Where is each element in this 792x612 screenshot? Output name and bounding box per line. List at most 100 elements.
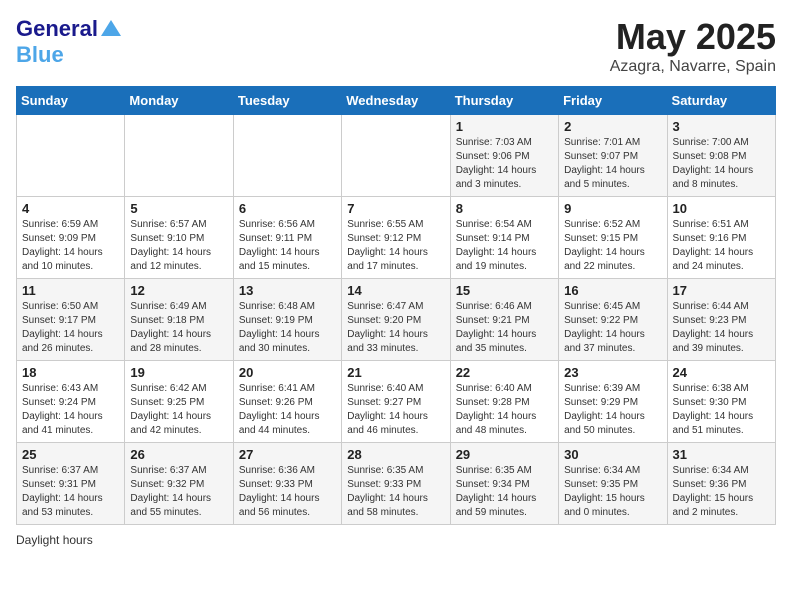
day-info: Sunrise: 6:41 AMSunset: 9:26 PMDaylight:…: [239, 382, 336, 438]
weekday-header-saturday: Saturday: [667, 87, 775, 115]
calendar-cell: [17, 115, 125, 197]
day-number: 5: [130, 201, 227, 216]
day-info: Sunrise: 6:47 AMSunset: 9:20 PMDaylight:…: [347, 300, 444, 356]
day-info: Sunrise: 6:34 AMSunset: 9:35 PMDaylight:…: [564, 464, 661, 520]
week-row-2: 4 Sunrise: 6:59 AMSunset: 9:09 PMDaylight…: [17, 197, 776, 279]
day-info: Sunrise: 7:01 AMSunset: 9:07 PMDaylight:…: [564, 136, 661, 192]
day-number: 6: [239, 201, 336, 216]
day-info: Sunrise: 6:57 AMSunset: 9:10 PMDaylight:…: [130, 218, 227, 274]
week-row-3: 11 Sunrise: 6:50 AMSunset: 9:17 PMDayligh…: [17, 279, 776, 361]
calendar-cell: 29 Sunrise: 6:35 AMSunset: 9:34 PMDayligh…: [450, 443, 558, 525]
weekday-header-monday: Monday: [125, 87, 233, 115]
calendar-cell: 5 Sunrise: 6:57 AMSunset: 9:10 PMDaylight…: [125, 197, 233, 279]
day-info: Sunrise: 6:44 AMSunset: 9:23 PMDaylight:…: [673, 300, 770, 356]
weekday-header-wednesday: Wednesday: [342, 87, 450, 115]
logo: General Blue: [16, 16, 121, 68]
day-number: 12: [130, 283, 227, 298]
day-number: 27: [239, 447, 336, 462]
day-info: Sunrise: 6:56 AMSunset: 9:11 PMDaylight:…: [239, 218, 336, 274]
day-number: 18: [22, 365, 119, 380]
day-info: Sunrise: 6:38 AMSunset: 9:30 PMDaylight:…: [673, 382, 770, 438]
calendar-cell: 9Sunrise: 6:52 AMSunset: 9:15 PMDaylight…: [559, 197, 667, 279]
day-number: 19: [130, 365, 227, 380]
day-number: 17: [673, 283, 770, 298]
day-number: 25: [22, 447, 119, 462]
day-info: Sunrise: 6:35 AMSunset: 9:34 PMDaylight:…: [456, 464, 553, 520]
daylight-label: Daylight hours: [16, 533, 93, 547]
calendar-cell: 8Sunrise: 6:54 AMSunset: 9:14 PMDaylight…: [450, 197, 558, 279]
title-area: May 2025 Azagra, Navarre, Spain: [610, 16, 776, 76]
calendar-cell: 6 Sunrise: 6:56 AMSunset: 9:11 PMDaylight…: [233, 197, 341, 279]
logo-text: General Blue: [16, 16, 121, 68]
day-info: Sunrise: 6:59 AMSunset: 9:09 PMDaylight:…: [22, 218, 119, 274]
day-number: 16: [564, 283, 661, 298]
header: General Blue May 2025 Azagra, Navarre, S…: [16, 16, 776, 76]
calendar-cell: [342, 115, 450, 197]
page-container: General Blue May 2025 Azagra, Navarre, S…: [16, 16, 776, 547]
day-info: Sunrise: 6:39 AMSunset: 9:29 PMDaylight:…: [564, 382, 661, 438]
day-info: Sunrise: 6:40 AMSunset: 9:28 PMDaylight:…: [456, 382, 553, 438]
logo-general: General: [16, 16, 98, 42]
day-info: Sunrise: 6:51 AMSunset: 9:16 PMDaylight:…: [673, 218, 770, 274]
day-info: Sunrise: 6:40 AMSunset: 9:27 PMDaylight:…: [347, 382, 444, 438]
day-info: Sunrise: 7:00 AMSunset: 9:08 PMDaylight:…: [673, 136, 770, 192]
calendar-cell: 31Sunrise: 6:34 AMSunset: 9:36 PMDayligh…: [667, 443, 775, 525]
calendar-cell: 16 Sunrise: 6:45 AMSunset: 9:22 PMDayligh…: [559, 279, 667, 361]
calendar-cell: 18 Sunrise: 6:43 AMSunset: 9:24 PMDayligh…: [17, 361, 125, 443]
week-row-5: 25 Sunrise: 6:37 AMSunset: 9:31 PMDayligh…: [17, 443, 776, 525]
day-info: Sunrise: 6:45 AMSunset: 9:22 PMDaylight:…: [564, 300, 661, 356]
calendar-cell: 10 Sunrise: 6:51 AMSunset: 9:16 PMDayligh…: [667, 197, 775, 279]
day-info: Sunrise: 6:42 AMSunset: 9:25 PMDaylight:…: [130, 382, 227, 438]
day-number: 3: [673, 119, 770, 134]
footer-note: Daylight hours: [16, 533, 776, 547]
calendar-cell: 28Sunrise: 6:35 AMSunset: 9:33 PMDayligh…: [342, 443, 450, 525]
day-info: Sunrise: 6:37 AMSunset: 9:31 PMDaylight:…: [22, 464, 119, 520]
calendar-cell: 25 Sunrise: 6:37 AMSunset: 9:31 PMDayligh…: [17, 443, 125, 525]
calendar-cell: 3 Sunrise: 7:00 AMSunset: 9:08 PMDaylight…: [667, 115, 775, 197]
calendar-cell: 23 Sunrise: 6:39 AMSunset: 9:29 PMDayligh…: [559, 361, 667, 443]
day-number: 2: [564, 119, 661, 134]
day-info: Sunrise: 6:55 AMSunset: 9:12 PMDaylight:…: [347, 218, 444, 274]
weekday-header-sunday: Sunday: [17, 87, 125, 115]
calendar-cell: [233, 115, 341, 197]
day-info: Sunrise: 6:43 AMSunset: 9:24 PMDaylight:…: [22, 382, 119, 438]
day-number: 23: [564, 365, 661, 380]
calendar-cell: 17 Sunrise: 6:44 AMSunset: 9:23 PMDayligh…: [667, 279, 775, 361]
day-number: 14: [347, 283, 444, 298]
day-info: Sunrise: 6:52 AMSunset: 9:15 PMDaylight:…: [564, 218, 661, 274]
day-number: 22: [456, 365, 553, 380]
day-number: 20: [239, 365, 336, 380]
day-number: 13: [239, 283, 336, 298]
day-number: 24: [673, 365, 770, 380]
day-number: 4: [22, 201, 119, 216]
calendar-cell: 13 Sunrise: 6:48 AMSunset: 9:19 PMDayligh…: [233, 279, 341, 361]
calendar-cell: 7 Sunrise: 6:55 AMSunset: 9:12 PMDaylight…: [342, 197, 450, 279]
day-info: Sunrise: 6:36 AMSunset: 9:33 PMDaylight:…: [239, 464, 336, 520]
day-info: Sunrise: 6:50 AMSunset: 9:17 PMDaylight:…: [22, 300, 119, 356]
calendar-cell: 12 Sunrise: 6:49 AMSunset: 9:18 PMDayligh…: [125, 279, 233, 361]
day-number: 26: [130, 447, 227, 462]
calendar-cell: 14 Sunrise: 6:47 AMSunset: 9:20 PMDayligh…: [342, 279, 450, 361]
calendar-cell: 30Sunrise: 6:34 AMSunset: 9:35 PMDayligh…: [559, 443, 667, 525]
day-info: Sunrise: 6:46 AMSunset: 9:21 PMDaylight:…: [456, 300, 553, 356]
calendar-cell: 21 Sunrise: 6:40 AMSunset: 9:27 PMDayligh…: [342, 361, 450, 443]
day-number: 11: [22, 283, 119, 298]
day-number: 1: [456, 119, 553, 134]
weekday-header-row: SundayMondayTuesdayWednesdayThursdayFrid…: [17, 87, 776, 115]
weekday-header-friday: Friday: [559, 87, 667, 115]
day-number: 21: [347, 365, 444, 380]
day-number: 10: [673, 201, 770, 216]
day-info: Sunrise: 6:49 AMSunset: 9:18 PMDaylight:…: [130, 300, 227, 356]
calendar-cell: 27 Sunrise: 6:36 AMSunset: 9:33 PMDayligh…: [233, 443, 341, 525]
calendar-cell: 1Sunrise: 7:03 AMSunset: 9:06 PMDaylight…: [450, 115, 558, 197]
day-number: 7: [347, 201, 444, 216]
weekday-header-tuesday: Tuesday: [233, 87, 341, 115]
calendar-cell: 20 Sunrise: 6:41 AMSunset: 9:26 PMDayligh…: [233, 361, 341, 443]
day-number: 8: [456, 201, 553, 216]
day-number: 29: [456, 447, 553, 462]
weekday-header-thursday: Thursday: [450, 87, 558, 115]
day-info: Sunrise: 6:48 AMSunset: 9:19 PMDaylight:…: [239, 300, 336, 356]
logo-triangle-icon: [101, 20, 121, 36]
calendar-cell: 24 Sunrise: 6:38 AMSunset: 9:30 PMDayligh…: [667, 361, 775, 443]
calendar-cell: 15Sunrise: 6:46 AMSunset: 9:21 PMDayligh…: [450, 279, 558, 361]
